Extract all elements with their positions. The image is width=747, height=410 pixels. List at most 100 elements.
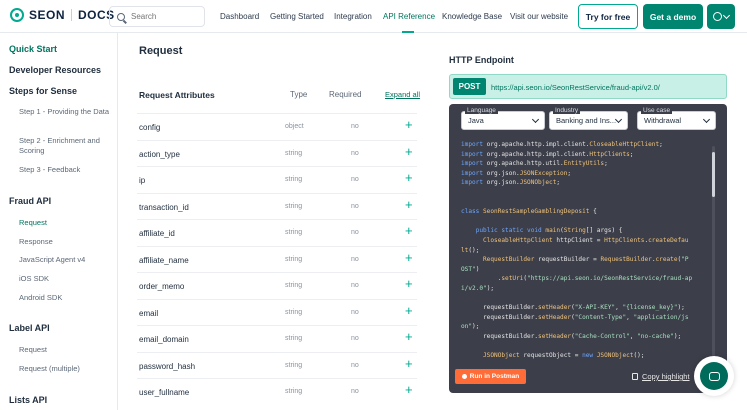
sidebar-developer-resources[interactable]: Developer Resources (9, 65, 101, 75)
nav-knowledge-base[interactable]: Knowledge Base (442, 12, 502, 21)
table-row[interactable]: affiliate_id string no + (137, 219, 417, 245)
attribute-required: no (351, 123, 359, 130)
code-snippet[interactable]: import org.apache.http.impl.client.Close… (461, 140, 711, 370)
language-value: Java (468, 116, 484, 125)
get-a-demo-button[interactable]: Get a demo (643, 4, 703, 29)
copy-highlight-button[interactable]: Copy highlight (632, 372, 690, 381)
table-row[interactable]: order_memo string no + (137, 272, 417, 298)
table-row[interactable]: affiliate_name string no + (137, 245, 417, 272)
attribute-name: order_memo (139, 282, 185, 291)
attribute-type: string (285, 176, 303, 183)
sidebar-item-step-3[interactable]: Step 3 - Feedback (19, 165, 114, 175)
attribute-required: no (351, 361, 359, 369)
attribute-required: no (351, 229, 359, 236)
expand-plus-icon[interactable]: + (405, 250, 413, 265)
chevron-down-icon (722, 11, 731, 19)
sidebar-item-response[interactable]: Response (19, 237, 114, 247)
chat-widget[interactable] (694, 356, 734, 396)
required-column-heading: Required (329, 90, 362, 99)
attribute-type: string (285, 149, 303, 157)
usecase-value: Withdrawal (644, 116, 682, 125)
attribute-name: user_fullname (139, 388, 190, 397)
copy-highlight-label: Copy highlight (642, 372, 690, 381)
sidebar-steps-heading[interactable]: Steps for Sense (9, 86, 77, 96)
sidebar-item-step-1[interactable]: Step 1 - Providing the Data (19, 107, 114, 117)
table-row[interactable]: config object no + (137, 113, 417, 139)
attribute-type: string (285, 255, 303, 263)
method-badge: POST (453, 78, 486, 95)
attribute-required: no (351, 255, 359, 263)
active-nav-indicator (402, 31, 414, 33)
nav-integration[interactable]: Integration (334, 12, 372, 21)
user-menu-button[interactable] (707, 4, 735, 29)
try-for-free-button[interactable]: Try for free (578, 4, 638, 29)
endpoint-box: POST https://api.seon.io/SeonRestService… (449, 74, 727, 99)
nav-visit-website[interactable]: Visit our website (510, 12, 568, 21)
search-input[interactable] (131, 12, 201, 21)
expand-plus-icon[interactable]: + (405, 330, 413, 344)
attribute-type: string (285, 282, 303, 289)
attribute-required: no (351, 176, 359, 183)
usecase-label: Use case (641, 107, 673, 114)
nav-getting-started[interactable]: Getting Started (270, 12, 324, 21)
code-scrollbar-thumb[interactable] (712, 152, 715, 197)
endpoint-url[interactable]: https://api.seon.io/SeonRestService/frau… (491, 83, 660, 92)
expand-plus-icon[interactable]: + (405, 356, 413, 371)
attribute-name: email_domain (139, 335, 189, 344)
sidebar-quick-start[interactable]: Quick Start (9, 44, 57, 54)
run-in-postman-button[interactable]: Run in Postman (455, 369, 526, 384)
expand-plus-icon[interactable]: + (405, 197, 413, 212)
sidebar-item-android-sdk[interactable]: Android SDK (19, 293, 114, 303)
logo-brand: SEON (29, 8, 66, 22)
nav-dashboard[interactable]: Dashboard (220, 12, 259, 21)
attribute-required: no (351, 335, 359, 342)
attribute-type: string (285, 361, 303, 369)
table-row[interactable]: action_type string no + (137, 139, 417, 166)
expand-all-link[interactable]: Expand all (385, 90, 420, 99)
attribute-type: string (285, 308, 303, 316)
attribute-name: transaction_id (139, 202, 189, 212)
table-row[interactable]: ip string no + (137, 166, 417, 192)
chat-bubble-icon (708, 371, 720, 381)
table-row[interactable]: email string no + (137, 298, 417, 325)
expand-plus-icon[interactable]: + (405, 144, 413, 159)
search-icon (117, 12, 125, 21)
expand-plus-icon[interactable]: + (405, 224, 413, 238)
attribute-type: string (285, 229, 303, 236)
logo[interactable]: SEON DOCS (10, 8, 115, 22)
copy-icon (632, 373, 638, 380)
attribute-name: config (139, 123, 161, 132)
table-row[interactable]: password_hash string no + (137, 351, 417, 378)
nav-api-reference[interactable]: API Reference (383, 12, 435, 21)
expand-plus-icon[interactable]: + (405, 303, 413, 318)
expand-plus-icon[interactable]: + (405, 383, 413, 397)
attribute-name: password_hash (139, 361, 196, 371)
expand-plus-icon[interactable]: + (405, 171, 413, 185)
attribute-required: no (351, 388, 359, 395)
industry-label: Industry (553, 107, 581, 114)
sidebar-lists-api-heading[interactable]: Lists API (9, 395, 47, 405)
attribute-name: ip (139, 176, 146, 185)
sidebar-item-javascript-agent[interactable]: JavaScript Agent v4 (19, 255, 114, 265)
sidebar-item-label-request-multiple[interactable]: Request (multiple) (19, 364, 114, 374)
search-box[interactable] (109, 6, 205, 27)
sidebar-item-step-2[interactable]: Step 2 - Enrichment and Scoring (19, 136, 114, 156)
expand-plus-icon[interactable]: + (405, 118, 413, 132)
sidebar-item-ios-sdk[interactable]: iOS SDK (19, 274, 114, 284)
sidebar-label-api-heading[interactable]: Label API (9, 323, 50, 333)
sidebar-fraud-api-heading[interactable]: Fraud API (9, 196, 51, 206)
table-row[interactable]: email_domain string no + (137, 325, 417, 351)
table-row[interactable]: user_fullname string no + (137, 378, 417, 404)
expand-plus-icon[interactable]: + (405, 277, 413, 291)
page-title: Request (139, 45, 183, 57)
sidebar-item-request[interactable]: Request (19, 218, 114, 228)
chat-button[interactable] (700, 362, 728, 390)
sidebar-item-label-request[interactable]: Request (19, 345, 114, 355)
attribute-type: string (285, 388, 303, 395)
attribute-type: string (285, 335, 303, 342)
chevron-down-icon (531, 115, 540, 124)
chevron-down-icon (702, 115, 711, 124)
table-row[interactable]: transaction_id string no + (137, 192, 417, 219)
attribute-name: affiliate_name (139, 255, 189, 265)
code-panel: Language Java Industry Banking and Ins..… (449, 104, 727, 393)
